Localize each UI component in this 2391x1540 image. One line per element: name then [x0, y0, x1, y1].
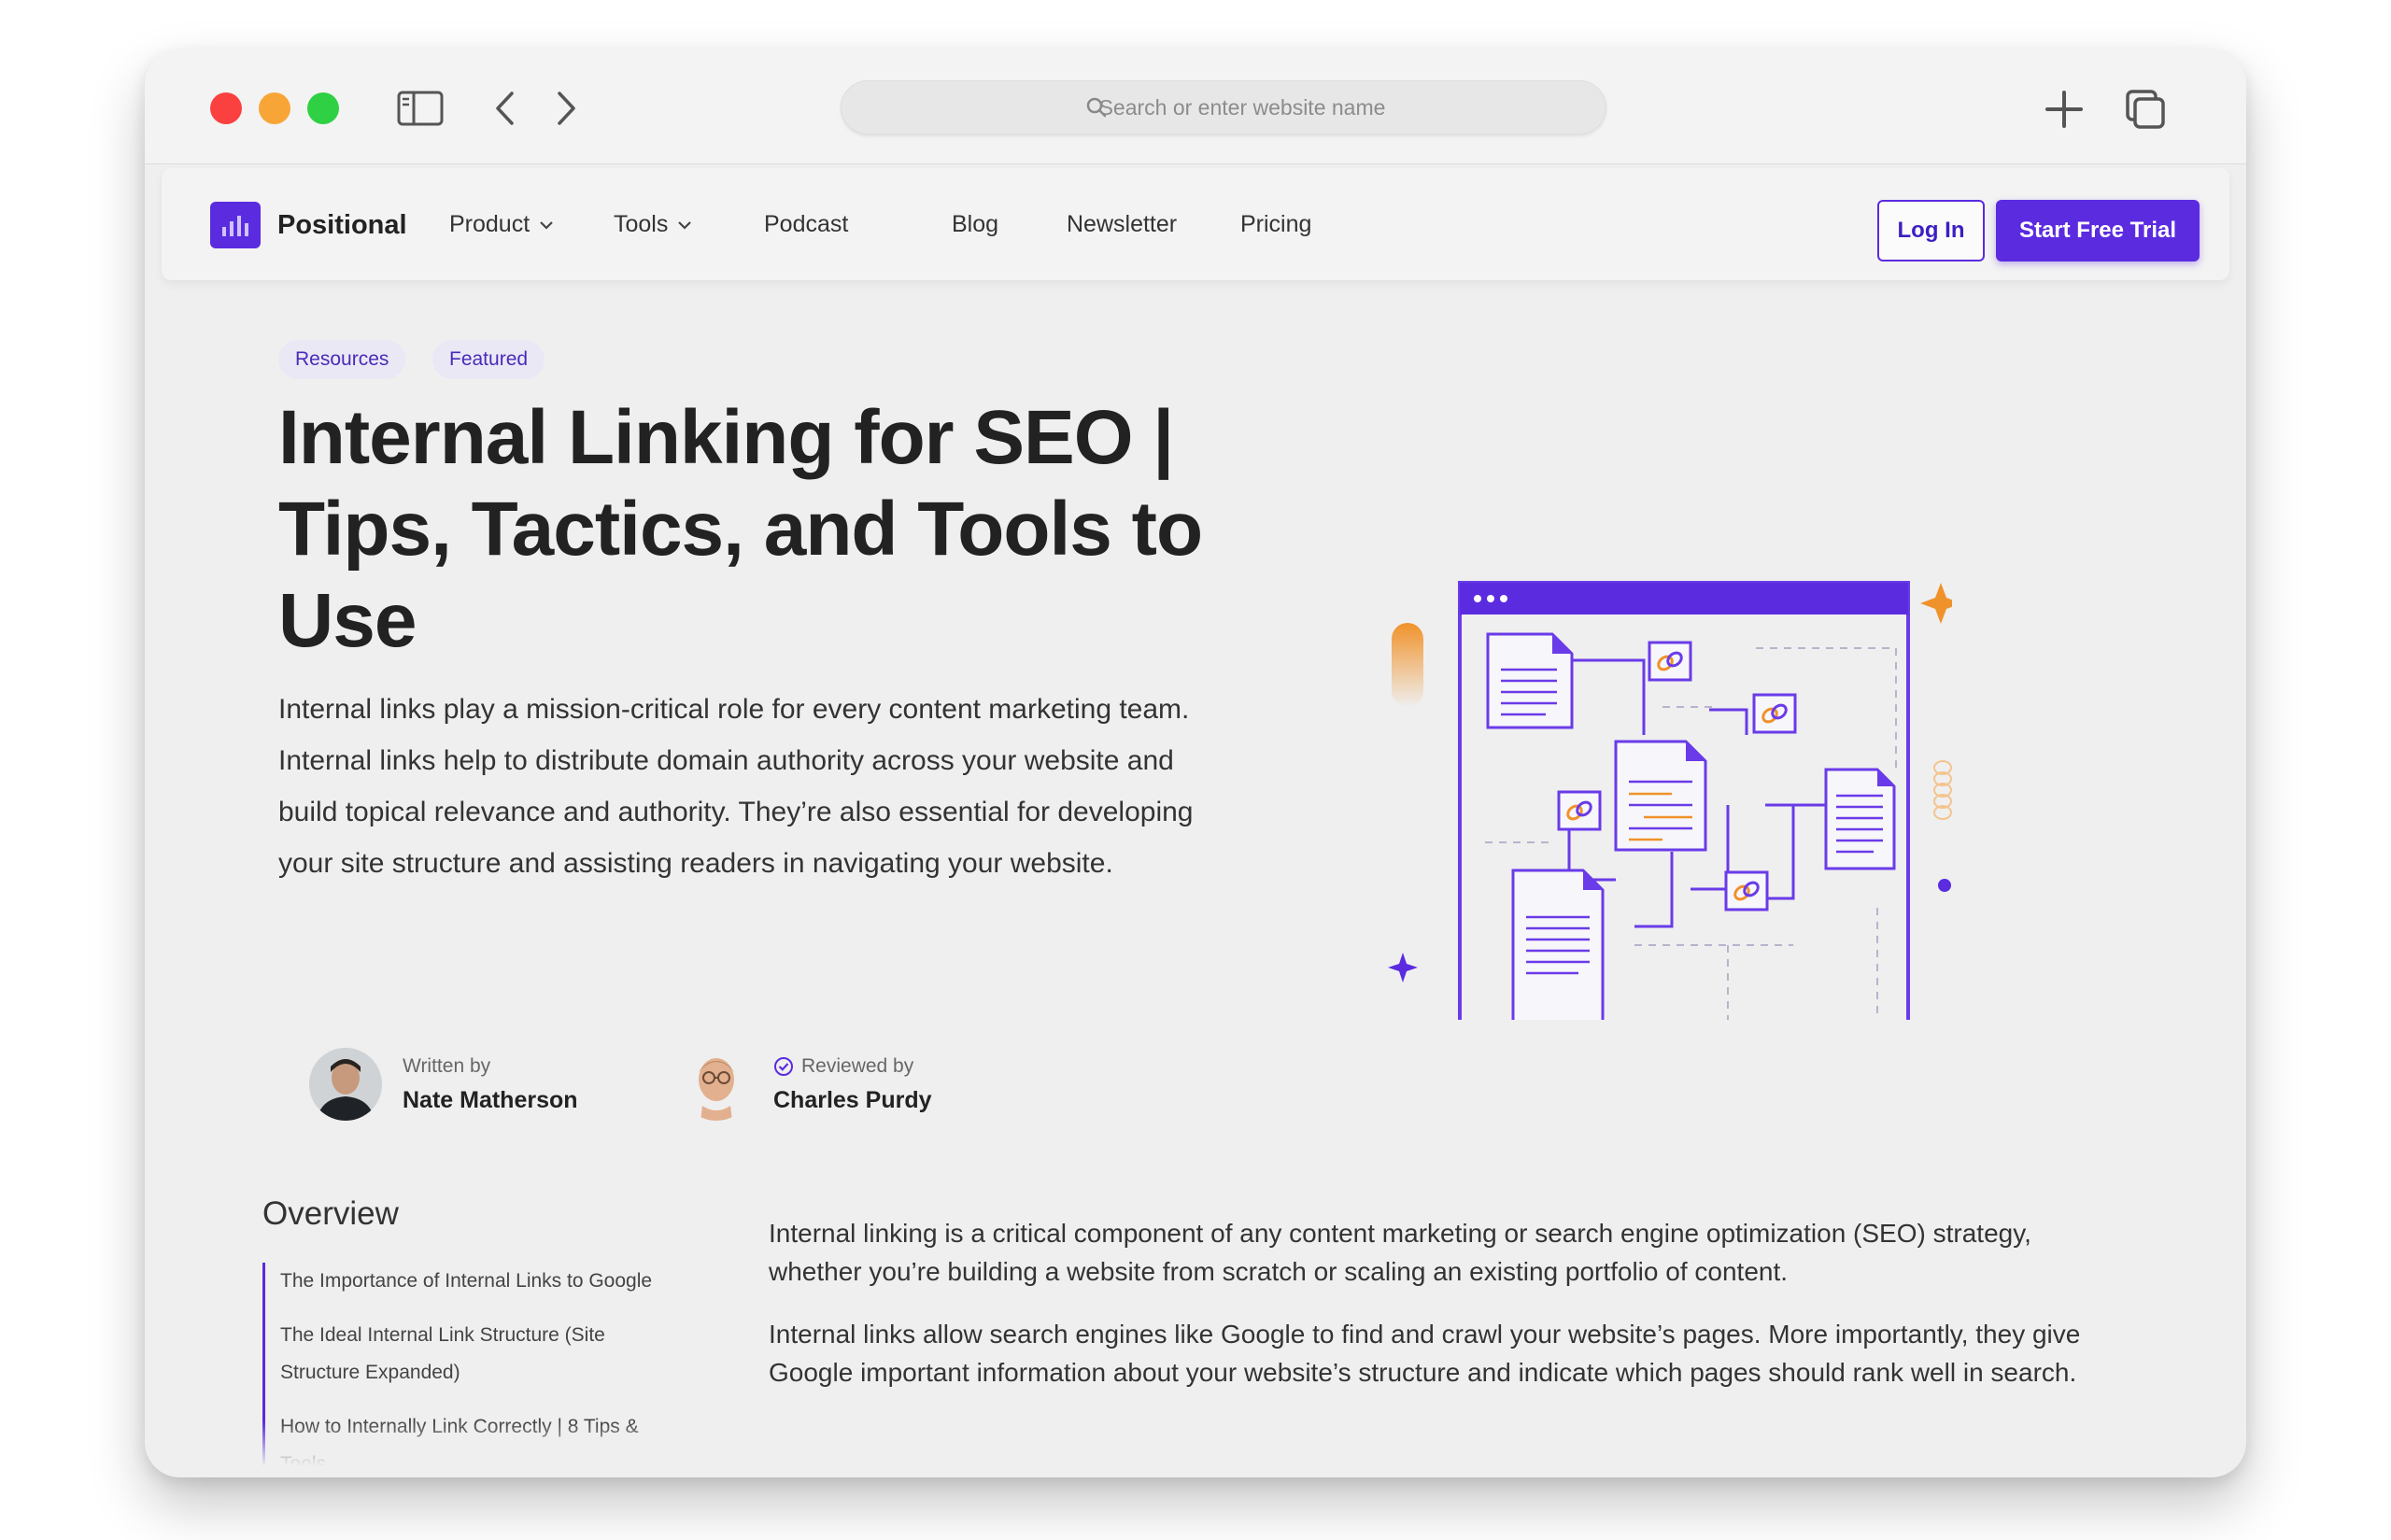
author-name[interactable]: Nate Matherson	[403, 1087, 578, 1114]
toc-link[interactable]: The Ideal Internal Link Structure (Site …	[280, 1317, 673, 1392]
article-title: Internal Linking for SEO | Tips, Tactics…	[278, 395, 1203, 663]
forward-icon[interactable]	[548, 88, 586, 129]
sidebar-toggle-icon[interactable]	[397, 90, 444, 127]
chevron-down-icon	[540, 220, 553, 230]
reviewed-by-label: Reviewed by	[801, 1054, 914, 1077]
verified-check-icon	[774, 1056, 793, 1076]
reviewer-block: Reviewed by Charles Purdy	[680, 1048, 932, 1121]
chevron-down-icon	[678, 220, 692, 230]
browser-toolbar	[145, 49, 2246, 164]
nav-pricing-label: Pricing	[1240, 211, 1312, 237]
nav-product-label: Product	[449, 211, 531, 237]
site-navbar: Positional Product Tools Podcast Blog Ne…	[162, 168, 2229, 280]
nav-blog[interactable]: Blog	[952, 211, 998, 238]
logo-text: Positional	[277, 209, 407, 240]
browser-window: Positional Product Tools Podcast Blog Ne…	[145, 49, 2246, 1477]
start-free-trial-button[interactable]: Start Free Trial	[1996, 200, 2200, 261]
bottom-fade	[145, 1421, 2246, 1477]
body-paragraph: Internal links allow search engines like…	[769, 1320, 2081, 1387]
close-window-button[interactable]	[210, 92, 242, 124]
tag-featured[interactable]: Featured	[432, 340, 545, 379]
internal-linking-illustration	[1388, 581, 1952, 1020]
address-bar[interactable]	[841, 80, 1606, 134]
body-paragraph: Internal linking is a critical component…	[769, 1219, 2031, 1286]
login-button[interactable]: Log In	[1877, 200, 1985, 261]
article-body: Internal linking is a critical component…	[769, 1214, 2114, 1416]
nav-newsletter[interactable]: Newsletter	[1067, 211, 1177, 238]
tabs-icon[interactable]	[2122, 86, 2169, 133]
nav-pricing[interactable]: Pricing	[1240, 211, 1311, 238]
maximize-window-button[interactable]	[307, 92, 339, 124]
nav-product[interactable]: Product	[449, 211, 554, 238]
article-description: Internal links play a mission-critical r…	[278, 694, 1194, 879]
reviewer-avatar	[680, 1048, 753, 1121]
plus-icon[interactable]	[2041, 86, 2087, 133]
address-input[interactable]	[841, 80, 1606, 134]
logo-bars-icon	[210, 202, 261, 248]
nav-tools[interactable]: Tools	[614, 211, 692, 238]
toc-link[interactable]: The Importance of Internal Links to Goog…	[280, 1263, 673, 1300]
nav-newsletter-label: Newsletter	[1067, 211, 1178, 237]
reviewed-by-row: Reviewed by	[773, 1055, 932, 1078]
nav-podcast-label: Podcast	[764, 211, 849, 237]
written-by-label: Written by	[403, 1054, 491, 1077]
overview-heading: Overview	[262, 1195, 399, 1232]
nav-blog-label: Blog	[952, 211, 999, 237]
minimize-window-button[interactable]	[259, 92, 290, 124]
site-logo[interactable]: Positional	[210, 202, 407, 248]
author-block: Written by Nate Matherson	[309, 1048, 578, 1121]
tag-resources[interactable]: Resources	[278, 340, 406, 379]
back-icon[interactable]	[486, 88, 523, 129]
reviewer-name[interactable]: Charles Purdy	[773, 1087, 932, 1114]
nav-podcast[interactable]: Podcast	[764, 211, 848, 238]
author-avatar	[309, 1048, 382, 1121]
nav-tools-label: Tools	[614, 211, 669, 237]
